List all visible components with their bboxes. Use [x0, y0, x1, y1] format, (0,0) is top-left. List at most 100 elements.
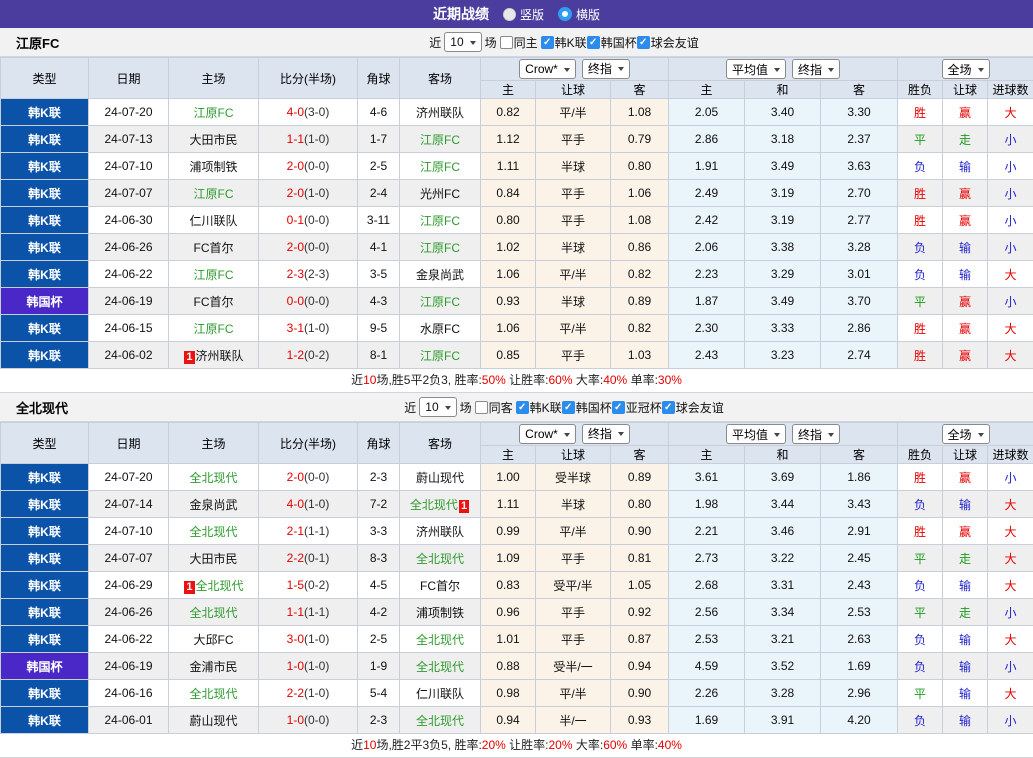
same-venue-checkbox[interactable]: 同主 — [500, 34, 538, 51]
avg-stage-select[interactable]: 终指 — [792, 424, 840, 444]
avg-stage-select[interactable]: 终指 — [792, 59, 840, 79]
goals-result-cell: 小 — [988, 464, 1033, 491]
summary-value: 60% — [549, 373, 573, 387]
handicap-result-cell: 输 — [943, 707, 988, 734]
competition-checkbox-1[interactable]: ✓韩国杯 — [562, 399, 612, 416]
half-time-score: (1-0) — [304, 132, 329, 146]
match-row: 韩K联24-07-20江原FC4-0(3-0)4-6济州联队0.82平/半1.0… — [1, 99, 1033, 126]
match-date-cell: 24-07-20 — [89, 99, 169, 126]
avg-draw-cell: 3.40 — [745, 99, 821, 126]
checkbox-icon: ✓ — [516, 401, 529, 414]
goals-result-cell: 小 — [988, 126, 1033, 153]
score-cell: 0-0(0-0) — [259, 288, 358, 315]
competition-checkbox-3[interactable]: ✓球会友谊 — [662, 399, 724, 416]
handicap-cell: 半/一 — [536, 707, 611, 734]
match-type-cell: 韩K联 — [1, 99, 89, 126]
match-row: 韩K联24-07-07大田市民2-2(0-1)8-3全北现代1.09平手0.81… — [1, 545, 1033, 572]
odds-stage-select[interactable]: 终指 — [582, 59, 630, 79]
avg-away-cell: 2.86 — [821, 315, 898, 342]
avg-away-cell: 2.43 — [821, 572, 898, 599]
handicap-result-cell: 输 — [943, 626, 988, 653]
match-type-cell: 韩K联 — [1, 680, 89, 707]
competition-checkbox-1[interactable]: ✓韩国杯 — [587, 34, 637, 51]
avg-home-cell: 2.21 — [669, 518, 745, 545]
odds-stage-select[interactable]: 终指 — [582, 424, 630, 444]
header-group-2: 全场 — [898, 58, 1033, 81]
home-odds-cell: 1.11 — [481, 491, 536, 518]
handicap-result-cell: 走 — [943, 126, 988, 153]
checkbox-label: 球会友谊 — [676, 399, 724, 416]
score-cell: 4-0(1-0) — [259, 491, 358, 518]
same-venue-checkbox[interactable]: 同客 — [475, 399, 513, 416]
summary-value: 30% — [658, 373, 682, 387]
handicap-result-cell: 输 — [943, 153, 988, 180]
home-odds-cell: 0.83 — [481, 572, 536, 599]
half-time-score: (0-0) — [304, 159, 329, 173]
average-select[interactable]: 平均值 — [726, 424, 786, 444]
away-team-cell: 江原FC — [400, 288, 481, 315]
home-odds-cell: 1.06 — [481, 261, 536, 288]
corners-cell: 4-3 — [358, 288, 400, 315]
match-count-select[interactable]: 10 — [419, 397, 456, 417]
competition-checkbox-2[interactable]: ✓球会友谊 — [637, 34, 699, 51]
sub-col-header: 主 — [669, 81, 745, 99]
team-label: 江原FC — [420, 295, 460, 309]
team-label: 济州联队 — [416, 525, 464, 539]
summary-value: 50% — [482, 373, 506, 387]
score-cell: 3-0(1-0) — [259, 626, 358, 653]
chevron-down-icon — [618, 67, 624, 74]
avg-draw-cell: 3.69 — [745, 464, 821, 491]
col-header-2: 主场 — [169, 423, 259, 464]
avg-home-cell: 2.23 — [669, 261, 745, 288]
team-label: 全北现代 — [416, 552, 464, 566]
handicap-cell: 半球 — [536, 288, 611, 315]
avg-draw-cell: 3.33 — [745, 315, 821, 342]
avg-away-cell: 2.53 — [821, 599, 898, 626]
away-team-cell: 蔚山现代 — [400, 464, 481, 491]
home-odds-cell: 0.94 — [481, 707, 536, 734]
match-date-cell: 24-06-26 — [89, 599, 169, 626]
half-time-score: (3-0) — [304, 105, 329, 119]
winlose-result-cell: 平 — [898, 288, 943, 315]
avg-home-cell: 1.91 — [669, 153, 745, 180]
summary-row: 近10场,胜2平3负5, 胜率:20% 让胜率:20% 大率:60% 单率:40… — [0, 734, 1033, 758]
match-type-cell: 韩K联 — [1, 518, 89, 545]
home-odds-cell: 0.80 — [481, 207, 536, 234]
half-time-score: (0-1) — [304, 551, 329, 565]
match-row: 韩K联24-06-22江原FC2-3(2-3)3-5金泉尚武1.06平/半0.8… — [1, 261, 1033, 288]
competition-checkbox-0[interactable]: ✓韩K联 — [516, 399, 562, 416]
select-value: Crow* — [525, 62, 558, 76]
team-filter-row: 全北现代 近 10 场 同客 ✓韩K联✓韩国杯✓亚冠杯✓球会友谊 — [0, 393, 1033, 422]
avg-away-cell: 1.86 — [821, 464, 898, 491]
checkbox-icon: ✓ — [637, 36, 650, 49]
match-type-cell: 韩K联 — [1, 572, 89, 599]
competition-checkbox-0[interactable]: ✓韩K联 — [541, 34, 587, 51]
competition-checkbox-2[interactable]: ✓亚冠杯 — [612, 399, 662, 416]
winlose-result-cell: 胜 — [898, 342, 943, 369]
half-time-score: (0-0) — [304, 470, 329, 484]
select-value: 全场 — [948, 426, 972, 443]
match-count-select[interactable]: 10 — [444, 32, 481, 52]
home-odds-cell: 0.93 — [481, 288, 536, 315]
horizontal-layout-radio[interactable]: 横版 — [558, 6, 600, 23]
team-label: 济州联队 — [416, 106, 464, 120]
avg-home-cell: 2.86 — [669, 126, 745, 153]
avg-draw-cell: 3.49 — [745, 153, 821, 180]
bookmaker-select[interactable]: Crow* — [519, 424, 576, 444]
games-label: 场 — [485, 34, 497, 51]
half-time-score: (0-2) — [304, 348, 329, 362]
home-team-cell: 江原FC — [169, 99, 259, 126]
match-date-cell: 24-06-01 — [89, 707, 169, 734]
match-date-cell: 24-06-26 — [89, 234, 169, 261]
home-team-cell: FC首尔 — [169, 288, 259, 315]
near-label: 近 — [429, 34, 441, 51]
average-select[interactable]: 平均值 — [726, 59, 786, 79]
away-odds-cell: 0.80 — [611, 491, 669, 518]
match-scope-select[interactable]: 全场 — [942, 59, 990, 79]
vertical-layout-radio[interactable]: 竖版 — [503, 6, 544, 23]
avg-draw-cell: 3.91 — [745, 707, 821, 734]
match-scope-select[interactable]: 全场 — [942, 424, 990, 444]
bookmaker-select[interactable]: Crow* — [519, 59, 576, 79]
summary-value: 40% — [603, 373, 627, 387]
chevron-down-icon — [774, 68, 780, 75]
